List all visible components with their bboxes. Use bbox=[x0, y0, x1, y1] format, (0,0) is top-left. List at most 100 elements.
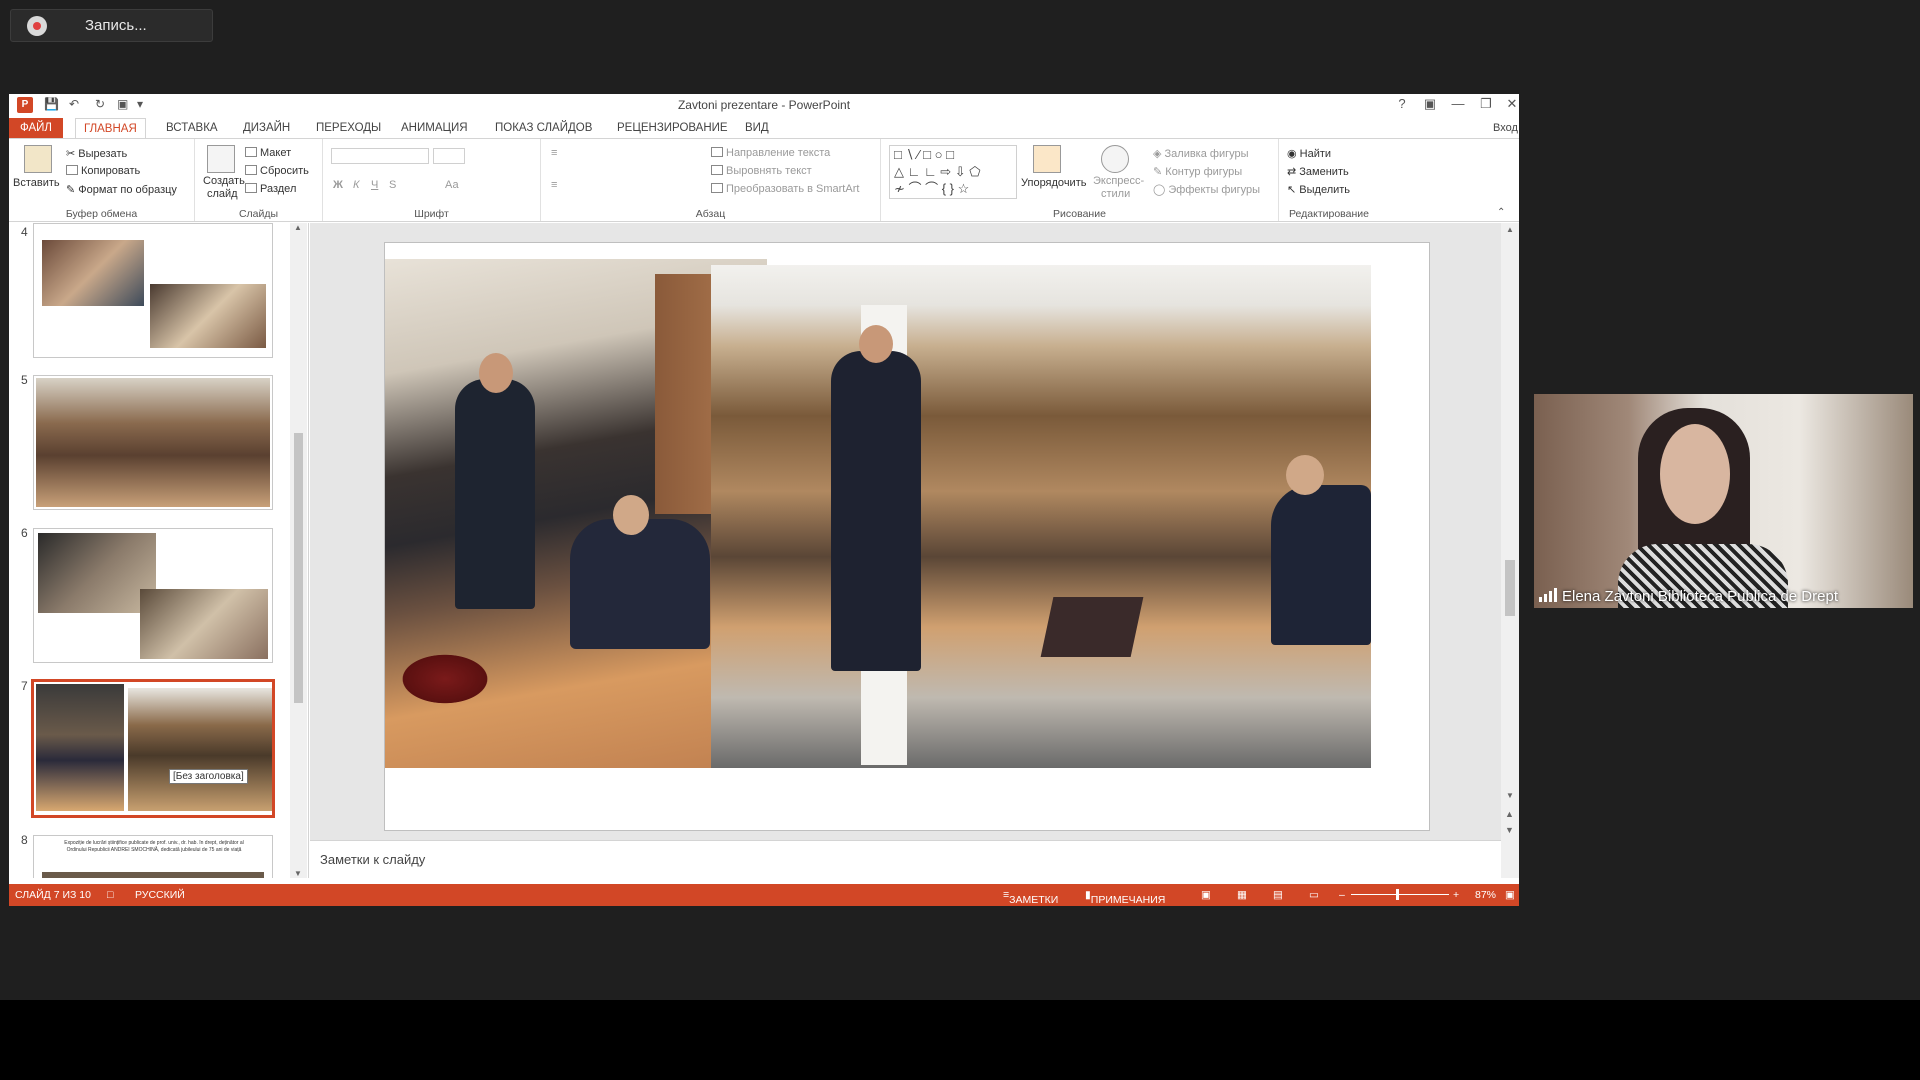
arrange-icon[interactable] bbox=[1033, 145, 1061, 173]
copy-button[interactable]: Копировать bbox=[66, 165, 140, 177]
font-size-field[interactable] bbox=[433, 148, 465, 164]
section-button[interactable]: Раздел bbox=[245, 183, 296, 195]
quick-styles-button[interactable]: Экспресс- bbox=[1093, 175, 1144, 187]
slide-sorter-icon[interactable]: ▦ bbox=[1237, 889, 1247, 901]
tab-home[interactable]: ГЛАВНАЯ bbox=[75, 118, 146, 138]
new-slide-button[interactable]: Создать bbox=[203, 175, 245, 187]
close-icon[interactable]: ✕ bbox=[1501, 96, 1519, 114]
notes-button[interactable]: ≡ ЗАМЕТКИ bbox=[1003, 889, 1058, 906]
comments-button[interactable]: ▮ ПРИМЕЧАНИЯ bbox=[1085, 889, 1165, 906]
paste-icon[interactable] bbox=[24, 145, 52, 173]
scroll-thumb[interactable] bbox=[1505, 560, 1515, 616]
text-direction-button[interactable]: Направление текста bbox=[711, 147, 830, 159]
cut-button[interactable]: ✂ Вырезать bbox=[66, 147, 127, 160]
help-icon[interactable]: ? bbox=[1391, 96, 1413, 114]
scroll-down-icon[interactable]: ▼ bbox=[1506, 791, 1514, 800]
new-slide-button-line2[interactable]: слайд bbox=[207, 188, 238, 200]
tab-slideshow[interactable]: ПОКАЗ СЛАЙДОВ bbox=[487, 118, 600, 138]
tab-design[interactable]: ДИЗАЙН bbox=[235, 118, 298, 138]
format-painter-button[interactable]: ✎ Формат по образцу bbox=[66, 183, 177, 196]
section-icon bbox=[245, 183, 257, 193]
slide-thumbnail-8[interactable]: Expoziție de lucrări științifice publica… bbox=[33, 835, 273, 878]
redo-icon[interactable]: ↻ bbox=[95, 97, 105, 111]
replace-icon: ⇄ bbox=[1287, 166, 1300, 178]
quick-styles-icon[interactable] bbox=[1101, 145, 1129, 173]
bold-button[interactable]: Ж bbox=[333, 179, 343, 191]
layout-button[interactable]: Макет bbox=[245, 147, 291, 159]
scroll-up-icon[interactable]: ▲ bbox=[294, 223, 302, 232]
shapes-gallery[interactable]: □ ∖ ∕ □ ○ □ △ ∟ ∟ ⇨ ⇩ ⬠ ≁ ⌒ ⌒ { } ☆ bbox=[889, 145, 1017, 199]
quick-styles-button-line2[interactable]: стили bbox=[1101, 188, 1130, 200]
tab-insert[interactable]: ВСТАВКА bbox=[158, 118, 226, 138]
zoom-level[interactable]: 87% bbox=[1475, 889, 1496, 901]
paragraph-group: ≡ ≡ Направление текста Выровнять текст П… bbox=[541, 139, 881, 221]
bullets-icon[interactable]: ≡ bbox=[551, 147, 557, 159]
reading-view-icon[interactable]: ▤ bbox=[1273, 889, 1283, 901]
tab-transitions[interactable]: ПЕРЕХОДЫ bbox=[308, 118, 389, 138]
ribbon-display-icon[interactable]: ▣ bbox=[1419, 96, 1441, 114]
change-case-button[interactable]: Аа bbox=[445, 179, 459, 191]
tab-animation[interactable]: АНИМАЦИЯ bbox=[393, 118, 476, 138]
underline-button[interactable]: Ч bbox=[371, 179, 378, 191]
new-slide-icon[interactable] bbox=[207, 145, 235, 173]
shadow-button[interactable]: S bbox=[389, 179, 396, 191]
font-name-field[interactable] bbox=[331, 148, 429, 164]
slide-thumbnail-4[interactable] bbox=[33, 223, 273, 358]
smartart-button[interactable]: Преобразовать в SmartArt bbox=[711, 183, 859, 195]
italic-button[interactable]: К bbox=[353, 179, 359, 191]
tab-file[interactable]: ФАЙЛ bbox=[9, 118, 63, 138]
find-button[interactable]: ◉ Найти bbox=[1287, 147, 1331, 160]
undo-icon[interactable]: ↶ bbox=[69, 97, 79, 111]
language-indicator[interactable]: РУССКИЙ bbox=[135, 889, 185, 901]
photo-library-presentation[interactable] bbox=[711, 265, 1371, 768]
fit-to-window-icon[interactable]: ▣ bbox=[1505, 889, 1515, 901]
slides-label: Слайды bbox=[238, 208, 279, 220]
pen-icon: ✎ bbox=[1153, 166, 1166, 178]
shape-outline-button[interactable]: ✎ Контур фигуры bbox=[1153, 165, 1242, 178]
thumbnails-scrollbar[interactable]: ▲ ▼ bbox=[290, 223, 307, 878]
zoom-out-icon[interactable]: – bbox=[1339, 889, 1345, 901]
select-button[interactable]: ↖ Выделить bbox=[1287, 183, 1350, 196]
zoom-slider[interactable] bbox=[1351, 894, 1449, 895]
paste-button[interactable]: Вставить bbox=[13, 177, 60, 189]
tab-review[interactable]: РЕЦЕНЗИРОВАНИЕ bbox=[609, 118, 736, 138]
scroll-thumb[interactable] bbox=[294, 433, 303, 703]
save-icon[interactable]: 💾 bbox=[44, 97, 59, 111]
previous-slide-icon[interactable]: ▲ bbox=[1505, 809, 1514, 819]
participant-video[interactable]: Elena Zavtoni Biblioteca Publica de Drep… bbox=[1534, 394, 1913, 608]
recording-indicator[interactable]: Запись... bbox=[10, 9, 213, 42]
slide-scrollbar[interactable]: ▲ ▼ ▲ ▼ bbox=[1501, 223, 1519, 878]
collapse-ribbon-icon[interactable]: ⌃ bbox=[1497, 207, 1505, 218]
slide-thumbnail-6[interactable] bbox=[33, 528, 273, 663]
normal-view-icon[interactable]: ▣ bbox=[1201, 889, 1211, 901]
participant-face bbox=[1660, 424, 1730, 524]
zoom-in-icon[interactable]: + bbox=[1453, 889, 1459, 901]
tab-view[interactable]: ВИД bbox=[737, 118, 777, 138]
font-label: Шрифт bbox=[414, 208, 449, 220]
replace-button[interactable]: ⇄ Заменить bbox=[1287, 165, 1349, 178]
shape-fill-button[interactable]: ◈ Заливка фигуры bbox=[1153, 147, 1249, 160]
scroll-down-icon[interactable]: ▼ bbox=[294, 869, 302, 878]
minimize-icon[interactable]: — bbox=[1447, 96, 1469, 114]
slide-thumbnail-7[interactable]: [Без заголовка] bbox=[31, 679, 275, 818]
align-text-button[interactable]: Выровнять текст bbox=[711, 165, 812, 177]
notes-pane[interactable]: Заметки к слайду bbox=[310, 840, 1501, 878]
slideshow-icon[interactable]: ▭ bbox=[1309, 889, 1319, 901]
next-slide-icon[interactable]: ▼ bbox=[1505, 825, 1514, 835]
present-icon[interactable]: ▣ bbox=[117, 97, 128, 111]
current-slide[interactable] bbox=[384, 242, 1430, 831]
photo-book-signing[interactable] bbox=[385, 259, 767, 768]
customize-qat-icon[interactable]: ▾ bbox=[137, 97, 143, 111]
spellcheck-icon[interactable]: □ bbox=[107, 889, 113, 901]
thumbnail-photo bbox=[128, 688, 272, 811]
restore-icon[interactable]: ❐ bbox=[1475, 96, 1497, 114]
signin-link[interactable]: Вход bbox=[1493, 122, 1518, 134]
arrange-button[interactable]: Упорядочить bbox=[1021, 177, 1086, 189]
scroll-up-icon[interactable]: ▲ bbox=[1506, 225, 1514, 234]
align-left-icon[interactable]: ≡ bbox=[551, 179, 557, 191]
book-on-table bbox=[1040, 597, 1144, 657]
slide-thumbnail-5[interactable] bbox=[33, 375, 273, 510]
reset-button[interactable]: Сбросить bbox=[245, 165, 309, 177]
zoom-slider-thumb[interactable] bbox=[1396, 889, 1399, 900]
shape-effects-button[interactable]: ◯ Эффекты фигуры bbox=[1153, 183, 1260, 196]
